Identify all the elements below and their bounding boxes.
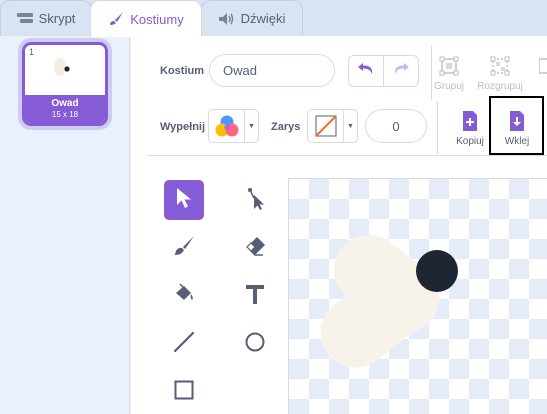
redo-button[interactable] — [383, 55, 419, 87]
rectangle-icon — [173, 379, 195, 406]
tab-costumes[interactable]: Kostiumy — [90, 0, 202, 37]
paste-highlight — [489, 96, 544, 155]
select-tool[interactable] — [164, 180, 204, 220]
costume-list: 1 Owad 15 x 18 — [0, 36, 130, 414]
group-button[interactable]: Grupuj — [426, 50, 472, 100]
copy-label: Kopiuj — [456, 136, 484, 147]
code-icon — [16, 12, 33, 25]
eraser-tool[interactable] — [235, 228, 275, 268]
circle-icon — [244, 331, 266, 358]
costume-card[interactable]: 1 Owad 15 x 18 — [22, 42, 108, 126]
fill-swatch — [209, 110, 244, 142]
line-icon — [173, 331, 195, 358]
tab-code[interactable]: Skrypt — [0, 0, 92, 36]
arrow-icon — [175, 187, 193, 214]
undo-icon — [357, 62, 375, 81]
costume-size: 15 x 18 — [51, 110, 79, 119]
copy-button[interactable]: Kopiuj — [447, 105, 493, 155]
group-icon — [437, 54, 461, 78]
eraser-icon — [243, 234, 267, 263]
ungroup-label: Rozgrupuj — [477, 81, 523, 92]
paint-editor: Kostium Grupuj Rozgrupuj Wypełnij ▼ — [131, 36, 547, 414]
text-icon — [244, 283, 266, 310]
costume-number: 1 — [29, 47, 35, 57]
tab-costumes-label: Kostiumy — [130, 11, 184, 27]
tab-bar: Skrypt Dźwięki Kostiumy — [0, 0, 547, 37]
group-label: Grupuj — [433, 81, 464, 92]
speaker-icon — [218, 12, 235, 25]
reshape-icon — [243, 186, 267, 215]
bug-body — [416, 250, 458, 292]
brush-icon — [108, 12, 124, 26]
costume-label: Kostium — [160, 65, 204, 77]
outline-width-input[interactable] — [365, 109, 427, 143]
fill-label: Wypełnij — [160, 121, 206, 133]
circle-tool[interactable] — [235, 324, 275, 364]
brush-icon — [172, 234, 196, 263]
fill-color-picker[interactable]: ▼ — [208, 109, 259, 143]
costume-artwork — [320, 234, 458, 368]
forward-icon — [533, 54, 547, 78]
copy-icon — [458, 109, 482, 133]
reshape-tool[interactable] — [235, 180, 275, 220]
tab-sounds-label: Dźwięki — [240, 11, 286, 26]
outline-color-picker[interactable]: ▼ — [307, 109, 358, 143]
chevron-down-icon: ▼ — [343, 110, 357, 142]
forward-button[interactable] — [535, 50, 547, 100]
costume-name: Owad — [51, 98, 79, 109]
ungroup-icon — [488, 54, 512, 78]
outline-label: Zarys — [271, 121, 301, 133]
bucket-icon — [172, 282, 196, 311]
chevron-down-icon: ▼ — [244, 110, 258, 142]
brush-tool[interactable] — [164, 228, 204, 268]
costume-name-input[interactable] — [209, 54, 335, 87]
toolbar-divider — [437, 102, 438, 154]
drawing-canvas[interactable] — [288, 178, 547, 414]
fill-tool[interactable] — [164, 276, 204, 316]
costume-thumbnail — [54, 58, 70, 76]
ungroup-button[interactable]: Rozgrupuj — [477, 50, 523, 100]
toolbar-bottom-divider — [147, 155, 547, 156]
tab-code-label: Skrypt — [38, 11, 76, 26]
costume-footer: Owad 15 x 18 — [25, 95, 105, 123]
undo-button[interactable] — [348, 55, 384, 87]
tab-sounds[interactable]: Dźwięki — [201, 0, 303, 36]
outline-swatch — [308, 110, 343, 142]
line-tool[interactable] — [164, 324, 204, 364]
rectangle-tool[interactable] — [164, 372, 204, 412]
text-tool[interactable] — [235, 276, 275, 316]
redo-icon — [392, 62, 410, 81]
